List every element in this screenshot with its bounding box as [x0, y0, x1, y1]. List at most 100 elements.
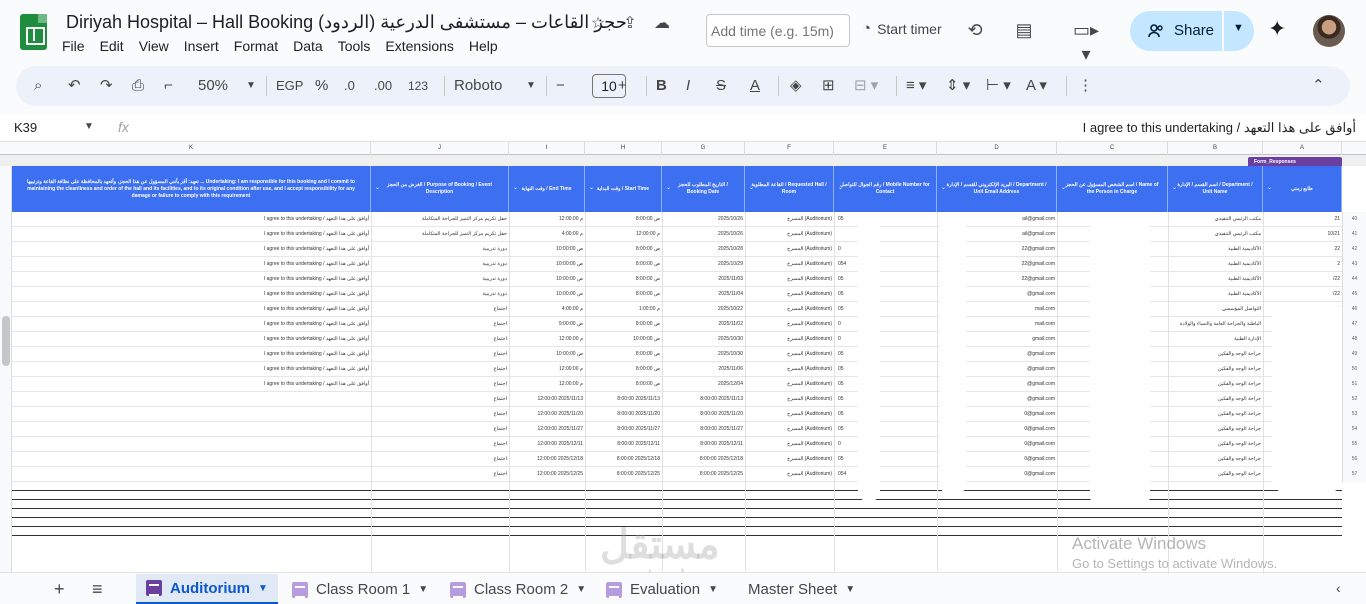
cell-i[interactable]: 12:00:00 2025/12/18 [511, 452, 583, 467]
header-a[interactable]: ⌄ طابع زمني [1263, 166, 1342, 212]
cell-b[interactable]: الأكاديمية الطبية [1170, 287, 1261, 302]
name-box-caret-icon[interactable]: ▼ [84, 121, 94, 132]
header-b[interactable]: ⌄ اسم القسم / الإدارة / Department / Unit… [1168, 166, 1263, 212]
cell-f[interactable]: المسرح (Auditorium) [747, 242, 832, 257]
strikethrough-button[interactable]: S [716, 76, 726, 96]
cell-g[interactable]: 2025/12/04 [664, 377, 743, 392]
cell-a[interactable]: 21 [1265, 212, 1340, 227]
time-input[interactable] [706, 14, 850, 47]
cell-h[interactable]: 8:00:00 2025/11/13 [587, 392, 660, 407]
cell-h[interactable]: 8:00:00 ص [587, 347, 660, 362]
borders-icon[interactable]: ⊞ [822, 76, 835, 96]
cell-g[interactable]: 8:00:00 2025/12/25 [664, 467, 743, 482]
decrease-decimal[interactable]: .0 [344, 76, 355, 96]
font-caret-icon[interactable]: ▼ [526, 76, 536, 96]
cell-j[interactable]: حفل تكريم مركز التميز للجراحة المتكاملة [373, 227, 507, 242]
cell-f[interactable]: المسرح (Auditorium) [747, 362, 832, 377]
cell-j[interactable]: اجتماع [373, 467, 507, 482]
cell-k[interactable]: I agree to this undertaking / أوافق على … [14, 332, 369, 347]
cell-j[interactable]: اجتماع [373, 317, 507, 332]
collapse-toolbar-icon[interactable]: ⌃ [1312, 76, 1325, 96]
row-number[interactable]: 51 [1342, 377, 1366, 392]
tab-evaluation[interactable]: Evaluation ▼ [596, 574, 728, 604]
cell-k[interactable]: I agree to this undertaking / أوافق على … [14, 242, 369, 257]
cell-i[interactable]: 12:00:00 2025/11/13 [511, 392, 583, 407]
cell-k[interactable] [14, 422, 369, 437]
cell-e[interactable]: 05 [838, 212, 858, 227]
row-number[interactable]: 46 [1342, 302, 1366, 317]
cell-a[interactable]: /22 [1265, 287, 1340, 302]
cell-j[interactable]: اجتماع [373, 332, 507, 347]
cell-a[interactable]: /22 [1265, 272, 1340, 287]
start-timer-button[interactable]: ◔ Start timer [862, 20, 942, 37]
cell-i[interactable]: 12:00:00 2025/11/27 [511, 422, 583, 437]
cell-j[interactable]: دورة تدريبية [373, 257, 507, 272]
cell-i[interactable]: 12:00:00 م [511, 362, 583, 377]
cell-j[interactable]: اجتماع [373, 347, 507, 362]
menu-format[interactable]: Format [234, 38, 286, 54]
cell-b[interactable]: الأكاديمية الطبية [1170, 272, 1261, 287]
scroll-tabs-left-icon[interactable]: ‹ [1336, 580, 1341, 596]
cell-b[interactable]: مكتب الرئيس التنفيذي [1170, 227, 1261, 242]
row-number[interactable]: 54 [1342, 422, 1366, 437]
cell-h[interactable]: 12:00:00 م [587, 227, 660, 242]
column-header-j[interactable]: J [371, 142, 509, 155]
cell-f[interactable]: المسرح (Auditorium) [747, 392, 832, 407]
cell-i[interactable]: 10:00:00 ص [511, 347, 583, 362]
tab-master-sheet[interactable]: Master Sheet ▼ [738, 574, 865, 604]
menu-extensions[interactable]: Extensions [385, 38, 461, 54]
cell-k[interactable]: I agree to this undertaking / أوافق على … [14, 272, 369, 287]
cell-e[interactable]: 0 [838, 317, 858, 332]
column-header-g[interactable]: G [662, 142, 745, 155]
cell-b[interactable]: جراحة الوجه والفكين [1170, 377, 1261, 392]
cell-e[interactable] [838, 227, 858, 242]
cell-g[interactable]: 8:00:00 2025/11/20 [664, 407, 743, 422]
cell-a[interactable]: 10/21 [1265, 227, 1340, 242]
cell-f[interactable]: المسرح (Auditorium) [747, 407, 832, 422]
cell-j[interactable]: اجتماع [373, 452, 507, 467]
cell-h[interactable]: 8:00:00 ص [587, 212, 660, 227]
row-number[interactable]: 48 [1342, 332, 1366, 347]
column-header-i[interactable]: I [509, 142, 585, 155]
cell-k[interactable]: I agree to this undertaking / أوافق على … [14, 347, 369, 362]
cell-f[interactable]: المسرح (Auditorium) [747, 332, 832, 347]
cell-g[interactable]: 2025/11/02 [664, 317, 743, 332]
cell-b[interactable]: مكتب الرئيس التنفيذي [1170, 212, 1261, 227]
row-number[interactable]: 53 [1342, 407, 1366, 422]
column-header-e[interactable]: E [834, 142, 937, 155]
cell-e[interactable]: 05 [838, 302, 858, 317]
currency-format[interactable]: EGP [276, 76, 303, 96]
cell-h[interactable]: 8:00:00 2025/12/18 [587, 452, 660, 467]
cell-g[interactable]: 2025/10/30 [664, 332, 743, 347]
cell-f[interactable]: المسرح (Auditorium) [747, 257, 832, 272]
cell-g[interactable]: 2025/10/26 [664, 212, 743, 227]
cell-k[interactable]: I agree to this undertaking / أوافق على … [14, 317, 369, 332]
cell-j[interactable]: اجتماع [373, 407, 507, 422]
column-header-k[interactable]: K [12, 142, 371, 155]
vertical-align-icon[interactable]: ⇕ ▾ [946, 76, 970, 96]
cell-f[interactable]: المسرح (Auditorium) [747, 227, 832, 242]
header-f[interactable]: ⌄ القاعة المطلوبة / Requested Hall / Room [745, 166, 834, 212]
cell-b[interactable]: الباطنة والجراحة العامة والنساء والولادة [1170, 317, 1261, 332]
cell-e[interactable]: 054 [838, 467, 858, 482]
cell-j[interactable]: دورة تدريبية [373, 272, 507, 287]
more-options-icon[interactable]: ⋮ [1078, 76, 1093, 96]
paint-format-icon[interactable]: ⌐ [164, 76, 173, 96]
cell-b[interactable]: الأكاديمية الطبية [1170, 257, 1261, 272]
cell-k[interactable]: I agree to this undertaking / أوافق على … [14, 302, 369, 317]
cell-i[interactable]: 10:00:00 ص [511, 272, 583, 287]
cell-h[interactable]: 8:00:00 ص [587, 377, 660, 392]
menu-tools[interactable]: Tools [338, 38, 379, 54]
cell-i[interactable]: 10:00:00 ص [511, 257, 583, 272]
cell-k[interactable]: I agree to this undertaking / أوافق على … [14, 257, 369, 272]
menu-data[interactable]: Data [293, 38, 331, 54]
cell-h[interactable]: 8:00:00 2025/12/11 [587, 437, 660, 452]
cell-g[interactable]: 2025/11/06 [664, 362, 743, 377]
row-number[interactable]: 40 [1342, 212, 1366, 227]
tab-menu-icon[interactable]: ▼ [845, 584, 855, 595]
cell-b[interactable]: الإدارة الطبية [1170, 332, 1261, 347]
cell-j[interactable]: اجتماع [373, 437, 507, 452]
history-icon[interactable]: ⟲ [963, 18, 987, 42]
cell-h[interactable]: 8:00:00 ص [587, 317, 660, 332]
cell-a[interactable]: 2 [1265, 257, 1340, 272]
